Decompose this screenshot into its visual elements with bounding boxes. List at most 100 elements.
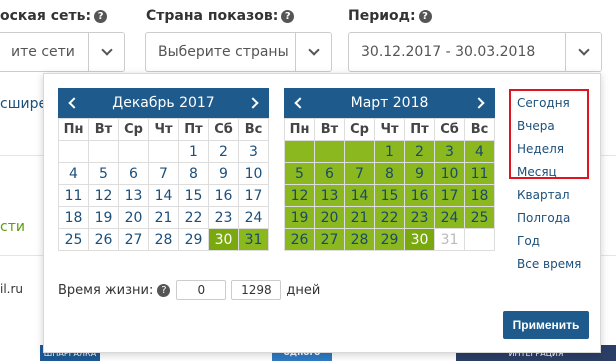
calendar-day[interactable]: 11 [465, 163, 495, 185]
calendar-day[interactable]: 1 [179, 141, 209, 163]
weekday-header: Ср [345, 119, 375, 141]
calendar-day[interactable]: 11 [59, 185, 89, 207]
calendar-day-empty [345, 141, 375, 163]
help-icon[interactable]: ? [157, 283, 171, 297]
calendar-day[interactable]: 23 [405, 207, 435, 229]
calendar-day[interactable]: 3 [239, 141, 269, 163]
calendar-day-empty [119, 141, 149, 163]
period-select[interactable]: 30.12.2017 - 30.03.2018 [348, 32, 602, 72]
weekday-header: Сб [209, 119, 239, 141]
calendar-day[interactable]: 5 [285, 163, 315, 185]
calendar-day[interactable]: 13 [315, 185, 345, 207]
calendar-day[interactable]: 21 [149, 207, 179, 229]
calendar-day[interactable]: 10 [435, 163, 465, 185]
country-label: Страна показов:? [146, 8, 295, 24]
chevron-right-icon[interactable] [247, 93, 263, 113]
calendar-day[interactable]: 16 [209, 185, 239, 207]
calendar-day[interactable]: 4 [465, 141, 495, 163]
calendar-day[interactable]: 26 [285, 229, 315, 251]
calendar-day[interactable]: 12 [89, 185, 119, 207]
apply-button[interactable]: Применить [503, 311, 589, 339]
calendar-day[interactable]: 30 [209, 229, 239, 251]
preset-option[interactable]: Неделя [517, 138, 597, 161]
calendar-day[interactable]: 25 [465, 207, 495, 229]
calendar-day[interactable]: 6 [119, 163, 149, 185]
country-select[interactable]: Выберите страны [145, 32, 332, 72]
calendar-day[interactable]: 22 [375, 207, 405, 229]
weekday-header: Пн [285, 119, 315, 141]
preset-option[interactable]: Месяц [517, 161, 597, 184]
calendar-day[interactable]: 26 [89, 229, 119, 251]
calendar-day[interactable]: 22 [179, 207, 209, 229]
calendar-day[interactable]: 29 [375, 229, 405, 251]
calendar-day[interactable]: 8 [179, 163, 209, 185]
calendar-day[interactable]: 23 [209, 207, 239, 229]
calendar-day[interactable]: 14 [345, 185, 375, 207]
calendar-day[interactable]: 27 [315, 229, 345, 251]
help-icon[interactable]: ? [94, 10, 108, 23]
calendar-day[interactable]: 2 [405, 141, 435, 163]
calendar-day[interactable]: 25 [59, 229, 89, 251]
network-select[interactable]: ите сети [0, 32, 125, 72]
calendar-day[interactable]: 4 [59, 163, 89, 185]
calendar-day[interactable]: 30 [405, 229, 435, 251]
weekday-header: Сб [435, 119, 465, 141]
calendar-day[interactable]: 1 [375, 141, 405, 163]
chevron-down-icon[interactable] [565, 33, 601, 71]
calendar-day[interactable]: 17 [239, 185, 269, 207]
calendar-day[interactable]: 16 [405, 185, 435, 207]
calendar-day[interactable]: 17 [435, 185, 465, 207]
preset-option[interactable]: Сегодня [517, 92, 597, 115]
preset-option[interactable]: Год [517, 230, 597, 253]
calendar-day[interactable]: 6 [315, 163, 345, 185]
preset-option[interactable]: Вчера [517, 115, 597, 138]
lifetime-to-input[interactable]: 1298 [231, 280, 282, 300]
preset-option[interactable]: Квартал [517, 184, 597, 207]
calendar-day[interactable]: 12 [285, 185, 315, 207]
chevron-down-icon[interactable] [295, 33, 331, 71]
preset-option[interactable]: Полгода [517, 207, 597, 230]
calendar-day[interactable]: 31 [435, 229, 465, 251]
calendar-day[interactable]: 20 [315, 207, 345, 229]
weekday-header: Чт [149, 119, 179, 141]
calendar-day[interactable]: 19 [89, 207, 119, 229]
calendar-grid: Пн Вт Ср Чт Пт Сб Вс 1 2 3 4 5 6 7 8 9 10 11 12 13 14 15 16 17 1… [284, 118, 495, 251]
calendar-day[interactable]: 5 [89, 163, 119, 185]
help-icon[interactable]: ? [281, 10, 295, 23]
calendar-day[interactable]: 7 [345, 163, 375, 185]
calendar-day[interactable]: 24 [239, 207, 269, 229]
calendar-day[interactable]: 8 [375, 163, 405, 185]
calendar-december: Декабрь 2017 Пн Вт Ср Чт Пт Сб Вс 1 2 3 4 5 6 7 8 9 10 11… [58, 88, 269, 251]
lifetime-from-input[interactable]: 0 [176, 280, 227, 300]
calendar-day[interactable]: 3 [435, 141, 465, 163]
calendar-day[interactable]: 14 [149, 185, 179, 207]
calendar-day[interactable]: 24 [435, 207, 465, 229]
email-text: il.ru [0, 282, 24, 296]
chevron-right-icon[interactable] [473, 93, 489, 113]
calendar-day[interactable]: 29 [179, 229, 209, 251]
chevron-left-icon[interactable] [64, 93, 80, 113]
calendar-day[interactable]: 9 [405, 163, 435, 185]
calendar-day[interactable]: 15 [375, 185, 405, 207]
help-icon[interactable]: ? [418, 10, 432, 23]
calendar-day[interactable]: 18 [465, 185, 495, 207]
calendar-day[interactable]: 27 [119, 229, 149, 251]
calendar-day[interactable]: 21 [345, 207, 375, 229]
calendar-day[interactable]: 19 [285, 207, 315, 229]
calendar-day[interactable]: 7 [149, 163, 179, 185]
preset-option[interactable]: Все время [517, 253, 597, 276]
calendar-day[interactable]: 10 [239, 163, 269, 185]
calendar-day[interactable]: 9 [209, 163, 239, 185]
calendar-day[interactable]: 20 [119, 207, 149, 229]
calendar-day[interactable]: 13 [119, 185, 149, 207]
calendar-day[interactable]: 31 [239, 229, 269, 251]
chevron-down-icon[interactable] [88, 33, 124, 71]
calendar-day-empty [285, 141, 315, 163]
calendar-day[interactable]: 2 [209, 141, 239, 163]
calendar-day[interactable]: 28 [345, 229, 375, 251]
calendar-day[interactable]: 28 [149, 229, 179, 251]
calendar-day[interactable]: 15 [179, 185, 209, 207]
chevron-left-icon[interactable] [290, 93, 306, 113]
calendar-day[interactable]: 18 [59, 207, 89, 229]
weekday-header: Пт [405, 119, 435, 141]
